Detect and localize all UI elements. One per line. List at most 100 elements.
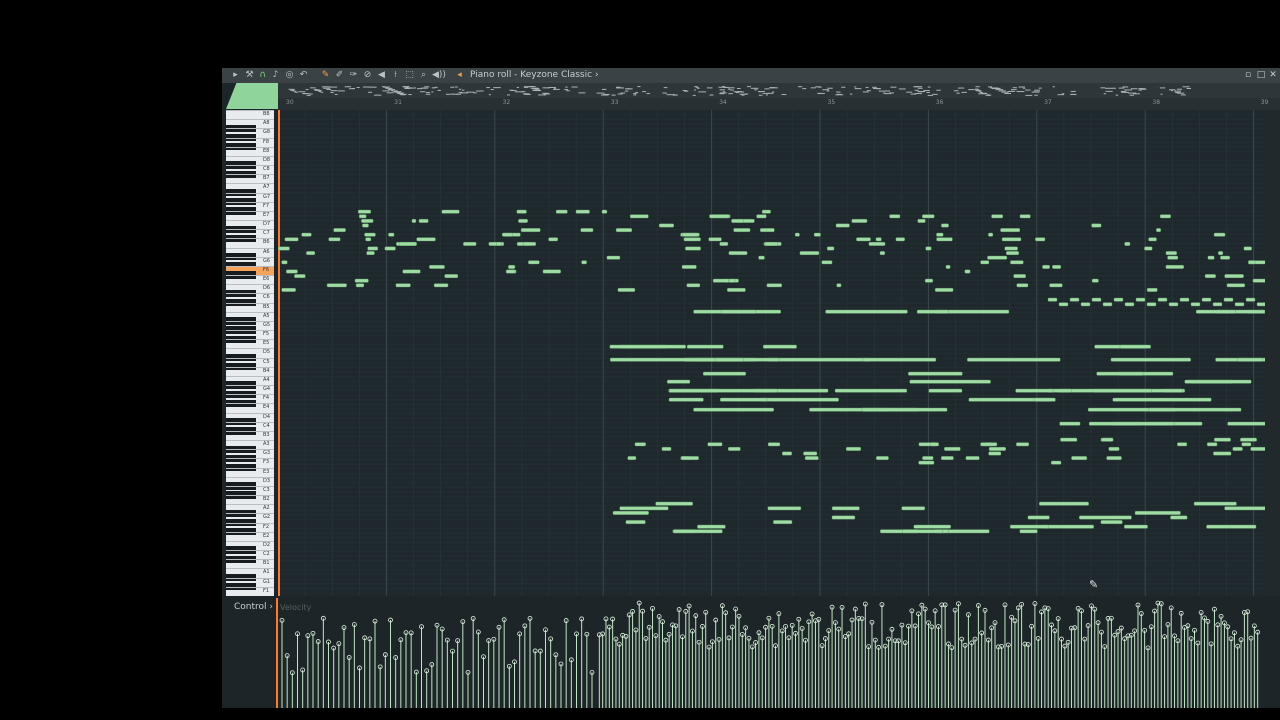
overview-note	[663, 87, 668, 89]
midi-note	[826, 246, 835, 251]
mute-icon[interactable]: ◀	[376, 70, 387, 81]
overview-note	[866, 90, 871, 92]
overview-note	[822, 89, 830, 91]
overview-note	[878, 90, 887, 92]
overview-note	[490, 88, 494, 90]
midi-note	[354, 278, 369, 283]
midi-note	[1165, 264, 1184, 269]
overview-note	[538, 94, 546, 96]
midi-note	[731, 218, 744, 223]
midi-note	[601, 209, 608, 214]
overview-strip[interactable]	[278, 83, 1280, 98]
midi-note	[655, 501, 693, 506]
velocity-lane[interactable]	[276, 598, 1266, 708]
key-label: B7	[263, 175, 270, 182]
slice-icon[interactable]: ⟊	[390, 70, 401, 81]
key-label: G7	[263, 193, 271, 200]
overview-note	[956, 92, 960, 94]
note-grid[interactable]	[278, 110, 1265, 596]
control-label[interactable]: Control ›	[234, 602, 273, 612]
overview-note	[454, 86, 458, 88]
overview-note	[308, 93, 313, 95]
overview-note	[957, 87, 965, 89]
midi-note	[1226, 283, 1245, 288]
midi-note	[609, 344, 686, 349]
overview-note	[509, 89, 514, 91]
overview-note	[1025, 94, 1033, 96]
midi-note	[719, 241, 729, 246]
midi-note	[418, 218, 429, 223]
overview-note	[1138, 89, 1142, 91]
key-label: G8	[263, 129, 271, 136]
key-label: F7	[263, 202, 270, 209]
midi-note	[1204, 274, 1216, 278]
vertical-scrollbar[interactable]	[1265, 110, 1280, 596]
select-icon[interactable]: ⬚	[404, 70, 415, 81]
tool-corner[interactable]	[226, 83, 278, 109]
overview-note	[932, 93, 938, 95]
window-title[interactable]: Piano roll - Keyzone Classic ›	[470, 69, 599, 82]
overview-note	[488, 94, 491, 96]
key-label: B3	[263, 431, 270, 438]
midi-note	[1019, 529, 1038, 534]
midi-note	[697, 524, 726, 529]
undo-icon[interactable]: ↶	[298, 70, 309, 81]
overview-note	[521, 91, 526, 93]
target-icon[interactable]: ◎	[284, 70, 295, 81]
overview-note	[437, 89, 441, 91]
speaker-icon[interactable]: ◀))	[432, 70, 446, 81]
overview-note	[709, 94, 714, 96]
midi-note	[411, 218, 417, 223]
key-label: E4	[263, 404, 270, 411]
midi-note	[388, 232, 395, 237]
note-icon[interactable]: ♪	[270, 70, 281, 81]
overview-note	[1159, 87, 1166, 89]
overview-note	[466, 91, 475, 93]
overview-note	[758, 91, 762, 93]
overview-note	[356, 86, 360, 88]
midi-note	[727, 287, 746, 292]
paint-icon[interactable]: ✐	[334, 70, 345, 81]
midi-note	[1102, 302, 1113, 307]
midi-note	[1110, 357, 1191, 362]
overview-note	[493, 87, 501, 89]
piano-roll-window: ▸ ⚒ ∩ ♪ ◎ ↶ ✎ ✐ ✑ ⊘ ◀ ⟊ ⬚ ⌕ ◀)) ◂ Piano …	[222, 68, 1280, 708]
pencil-icon[interactable]: ✎	[320, 70, 331, 81]
key-label: B4	[263, 367, 270, 374]
draw-icon[interactable]: ✑	[348, 70, 359, 81]
overview-note	[961, 91, 967, 93]
paint-cursor-icon: ✎	[1089, 578, 1099, 591]
overview-note	[1052, 86, 1055, 88]
overview-note	[486, 87, 490, 89]
overview-note	[729, 89, 734, 91]
overview-note	[462, 89, 465, 91]
play-arrow-icon[interactable]: ▸	[230, 70, 241, 81]
minimize-button[interactable]: ▫	[1242, 69, 1254, 81]
key-label: C6	[263, 294, 270, 301]
midi-note	[733, 228, 751, 233]
overview-note	[781, 94, 787, 96]
magnet-icon[interactable]: ∩	[257, 70, 268, 81]
piano-keyboard[interactable]: B8 A8 G8 F8 E8 D8 C8 B7 A7 G7 F7 E7 D7 C7 B6 A6 G6 F6 E6 D6…	[226, 110, 274, 596]
overview-note	[754, 89, 758, 91]
wrench-icon[interactable]: ⚒	[244, 70, 255, 81]
midi-note	[761, 209, 771, 214]
midi-note	[429, 264, 445, 269]
overview-note	[927, 94, 933, 96]
zoom-icon[interactable]: ⌕	[418, 70, 429, 81]
midi-note	[1112, 397, 1212, 402]
midi-note	[1069, 297, 1080, 302]
bar-number: 36	[935, 99, 944, 106]
midi-note	[758, 255, 765, 260]
key-label: B2	[263, 496, 270, 503]
midi-note	[627, 456, 637, 460]
bar-number: 33	[610, 99, 619, 106]
key-label: A8	[263, 120, 270, 127]
delete-icon[interactable]: ⊘	[362, 70, 373, 81]
maximize-button[interactable]: □	[1255, 69, 1267, 81]
midi-note	[967, 357, 1061, 362]
overview-note	[662, 92, 667, 94]
close-button[interactable]: ✕	[1267, 69, 1279, 81]
overview-note	[523, 86, 529, 88]
bar-ruler[interactable]: 30 31 32 33 34 35 36 37 38 39	[278, 98, 1280, 110]
